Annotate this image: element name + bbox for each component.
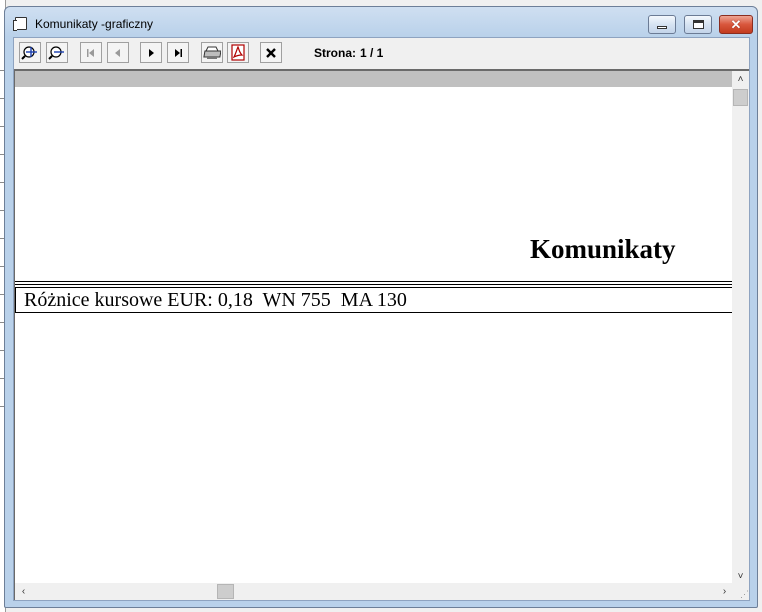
vertical-scrollbar[interactable]: ˄ ˅ xyxy=(732,71,749,585)
scroll-up-arrow-icon[interactable]: ˄ xyxy=(732,71,749,88)
report-preview-area: Komunikaty Różnice kursowe EUR: 0,18 WN … xyxy=(14,69,749,600)
vertical-scroll-thumb[interactable] xyxy=(733,89,748,106)
previous-page-icon xyxy=(115,48,120,57)
zoom-out-button[interactable] xyxy=(46,42,68,63)
close-window-button[interactable]: ✕ xyxy=(719,15,753,34)
print-button[interactable] xyxy=(201,42,223,63)
report-message-text: Różnice kursowe EUR: 0,18 WN 755 MA 130 xyxy=(24,289,407,311)
page-indicator: Strona: 1 / 1 xyxy=(314,46,387,60)
horizontal-scroll-thumb[interactable] xyxy=(217,584,234,599)
first-page-icon xyxy=(87,48,94,57)
maximize-button[interactable] xyxy=(684,15,712,34)
last-page-button[interactable] xyxy=(167,42,189,63)
minimize-button[interactable] xyxy=(648,15,676,34)
pdf-export-button[interactable] xyxy=(227,42,249,63)
zoom-in-icon xyxy=(21,45,37,60)
print-icon xyxy=(203,46,221,59)
next-page-icon xyxy=(149,48,154,57)
zoom-out-icon xyxy=(48,45,64,60)
previous-page-button[interactable] xyxy=(107,42,129,63)
pdf-export-icon xyxy=(231,44,245,61)
page-header-strip xyxy=(15,71,733,87)
resize-grip-icon[interactable]: ⋰ xyxy=(732,583,749,600)
page-indicator-value: 1 / 1 xyxy=(360,46,384,60)
close-preview-button[interactable] xyxy=(260,42,282,63)
report-title: Komunikaty xyxy=(530,234,676,264)
report-message-row: Różnice kursowe EUR: 0,18 WN 755 MA 130 xyxy=(15,287,733,313)
maximize-icon xyxy=(692,20,704,29)
zoom-in-button[interactable] xyxy=(19,42,41,63)
first-page-button[interactable] xyxy=(80,42,102,63)
title-bar[interactable]: Komunikaty -graficzny ✕ xyxy=(5,7,757,37)
next-page-button[interactable] xyxy=(140,42,162,63)
window-icon xyxy=(13,17,27,31)
window-title: Komunikaty -graficzny xyxy=(35,17,154,31)
horizontal-scrollbar[interactable]: ‹ › xyxy=(15,583,733,600)
preview-toolbar: Strona: 1 / 1 xyxy=(14,38,749,69)
report-divider xyxy=(15,281,733,285)
minimize-icon xyxy=(657,26,667,29)
close-window-icon: ✕ xyxy=(730,17,742,32)
window-client-area: Strona: 1 / 1 Komunikaty Różnice kursowe … xyxy=(13,37,750,601)
scroll-left-arrow-icon[interactable]: ‹ xyxy=(15,583,32,600)
last-page-icon xyxy=(175,48,182,57)
page-indicator-label: Strona: xyxy=(314,46,356,60)
scroll-right-arrow-icon[interactable]: › xyxy=(716,583,733,600)
close-icon xyxy=(266,47,276,58)
report-window: Komunikaty -graficzny ✕ Strona: 1 / 1 Ko… xyxy=(4,6,758,608)
